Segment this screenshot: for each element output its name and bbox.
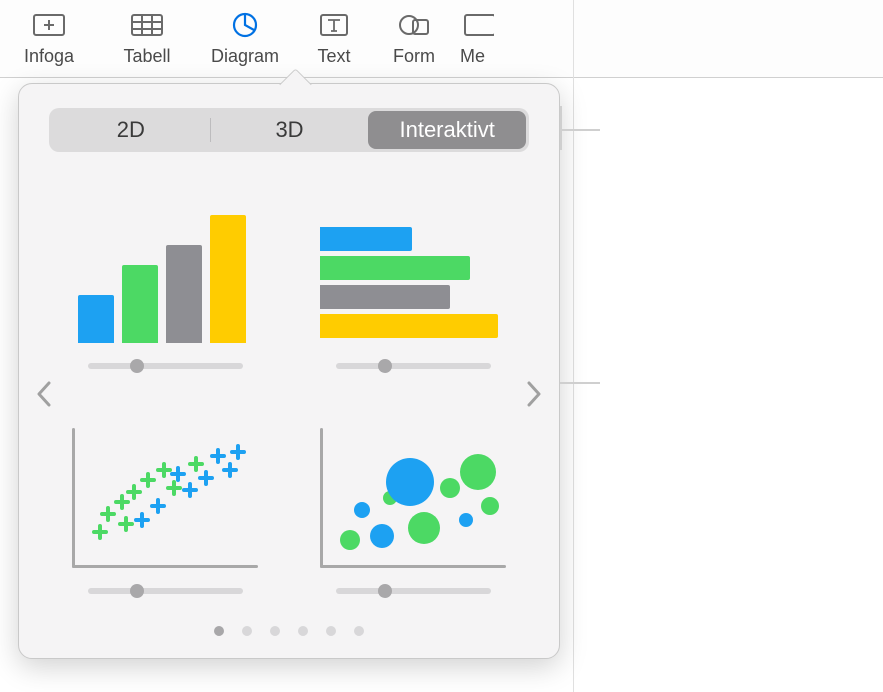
scatter-chart-preview xyxy=(72,428,258,568)
chart-icon xyxy=(225,8,265,42)
page-dot-1[interactable] xyxy=(214,626,224,636)
toolbar-media-label: Me xyxy=(460,46,485,67)
bubble-chart-slider[interactable] xyxy=(336,584,491,598)
column-chart-preview xyxy=(72,203,258,343)
toolbar: Infoga Tabell Diagram xyxy=(0,0,883,78)
annotation-line xyxy=(560,129,600,131)
toolbar-insert[interactable]: Infoga xyxy=(0,8,98,67)
insert-icon xyxy=(29,8,69,42)
toolbar-text[interactable]: Text xyxy=(294,8,374,67)
table-icon xyxy=(127,8,167,42)
tab-3d-label: 3D xyxy=(275,117,303,143)
chart-options-grid xyxy=(67,176,511,598)
tab-interactive[interactable]: Interaktivt xyxy=(368,111,526,149)
page-dot-2[interactable] xyxy=(242,626,252,636)
interactive-scatter-chart-option[interactable] xyxy=(67,401,263,598)
text-icon xyxy=(314,8,354,42)
chart-type-tabs: 2D 3D Interaktivt xyxy=(49,108,529,152)
column-chart-slider[interactable] xyxy=(88,359,243,373)
media-icon xyxy=(460,8,494,42)
annotation-line xyxy=(560,382,600,384)
shape-icon xyxy=(394,8,434,42)
page-dot-3[interactable] xyxy=(270,626,280,636)
page-dot-4[interactable] xyxy=(298,626,308,636)
bar-chart-slider[interactable] xyxy=(336,359,491,373)
tab-3d[interactable]: 3D xyxy=(211,111,369,149)
interactive-bubble-chart-option[interactable] xyxy=(315,401,511,598)
prev-page-button[interactable] xyxy=(31,374,57,414)
tab-2d-label: 2D xyxy=(117,117,145,143)
toolbar-chart[interactable]: Diagram xyxy=(196,8,294,67)
page-indicator[interactable] xyxy=(19,626,559,636)
next-page-button[interactable] xyxy=(521,374,547,414)
bar-chart-preview xyxy=(320,223,506,343)
bubble-chart-preview xyxy=(320,428,506,568)
chart-popover: 2D 3D Interaktivt xyxy=(18,83,560,659)
toolbar-shape[interactable]: Form xyxy=(374,8,454,67)
toolbar-text-label: Text xyxy=(317,46,350,67)
toolbar-table[interactable]: Tabell xyxy=(98,8,196,67)
page-dot-6[interactable] xyxy=(354,626,364,636)
toolbar-shape-label: Form xyxy=(393,46,435,67)
annotation-line xyxy=(560,106,562,150)
tab-interactive-label: Interaktivt xyxy=(399,117,494,143)
interactive-bar-chart-option[interactable] xyxy=(315,176,511,373)
tab-2d[interactable]: 2D xyxy=(52,111,210,149)
toolbar-table-label: Tabell xyxy=(123,46,170,67)
toolbar-chart-label: Diagram xyxy=(211,46,279,67)
interactive-column-chart-option[interactable] xyxy=(67,176,263,373)
toolbar-insert-label: Infoga xyxy=(24,46,74,67)
scatter-chart-slider[interactable] xyxy=(88,584,243,598)
toolbar-media[interactable]: Me xyxy=(454,8,494,67)
page-dot-5[interactable] xyxy=(326,626,336,636)
